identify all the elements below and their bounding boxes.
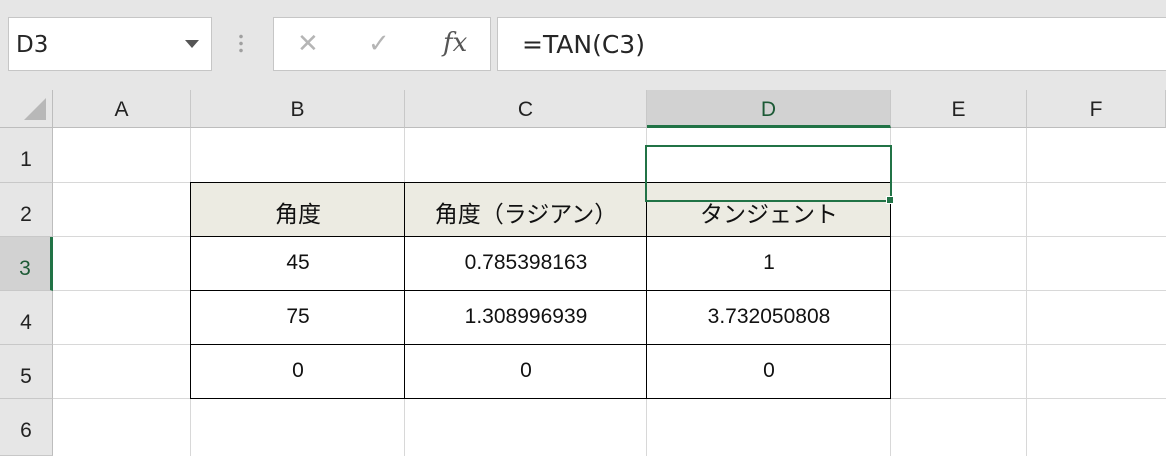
formula-text: =TAN(C3) — [522, 30, 645, 59]
active-cell-selection[interactable] — [645, 145, 892, 202]
name-box-value: D3 — [16, 32, 49, 58]
cancel-icon[interactable]: ✕ — [297, 29, 319, 59]
gridline — [1026, 128, 1027, 456]
table-border — [190, 344, 891, 345]
select-all-icon — [24, 98, 46, 120]
cell-d5[interactable]: 0 — [647, 345, 891, 399]
table-border — [190, 398, 891, 399]
column-header-c[interactable]: C — [405, 90, 647, 128]
row-header-5[interactable]: 5 — [0, 345, 53, 399]
row-header-1[interactable]: 1 — [0, 128, 53, 183]
column-header-b[interactable]: B — [191, 90, 405, 128]
column-header-e[interactable]: E — [891, 90, 1027, 128]
cell-d3[interactable]: 1 — [647, 237, 891, 291]
fill-handle[interactable] — [886, 196, 894, 204]
table-header-angle[interactable]: 角度 — [191, 183, 405, 237]
insert-function-icon[interactable]: fx — [443, 28, 467, 58]
table-border — [646, 182, 647, 399]
row-header-2[interactable]: 2 — [0, 183, 53, 237]
row-header-4[interactable]: 4 — [0, 291, 53, 345]
cell-d4[interactable]: 3.732050808 — [647, 291, 891, 345]
table-border — [190, 236, 891, 237]
column-header-a[interactable]: A — [53, 90, 191, 128]
column-header-f[interactable]: F — [1027, 90, 1166, 128]
cell-c5[interactable]: 0 — [405, 345, 647, 399]
cell-b5[interactable]: 0 — [191, 345, 405, 399]
cell-c4[interactable]: 1.308996939 — [405, 291, 647, 345]
table-border — [890, 182, 891, 399]
chevron-down-icon[interactable] — [185, 40, 199, 48]
drag-handle-icon[interactable] — [239, 33, 243, 53]
column-header-d[interactable]: D — [647, 90, 891, 128]
table-border — [190, 290, 891, 291]
cell-b4[interactable]: 75 — [191, 291, 405, 345]
row-header-3[interactable]: 3 — [0, 237, 53, 291]
enter-icon[interactable]: ✓ — [368, 29, 390, 59]
table-border — [190, 182, 191, 399]
table-header-radian[interactable]: 角度（ラジアン） — [405, 183, 647, 237]
table-border — [404, 182, 405, 399]
cell-c3[interactable]: 0.785398163 — [405, 237, 647, 291]
row-header-6[interactable]: 6 — [0, 399, 53, 456]
worksheet-grid[interactable]: A B C D E F 1 2 3 4 5 6 角度 角度（ラジアン） タンジェ… — [0, 90, 1166, 456]
cell-b3[interactable]: 45 — [191, 237, 405, 291]
